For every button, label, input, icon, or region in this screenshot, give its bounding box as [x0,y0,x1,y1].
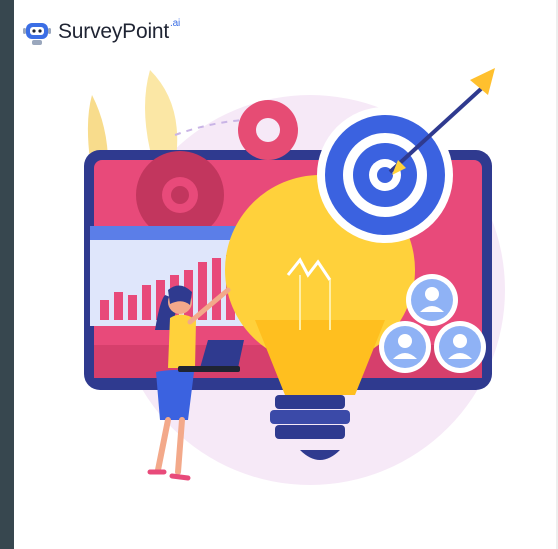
gear-icon [238,100,298,160]
target-icon [317,107,453,243]
user-avatar-icon [379,321,431,373]
user-avatar-icon [434,321,486,373]
user-avatar-icon [406,274,458,326]
analytics-illustration [84,68,505,485]
gear-icon [136,151,224,239]
